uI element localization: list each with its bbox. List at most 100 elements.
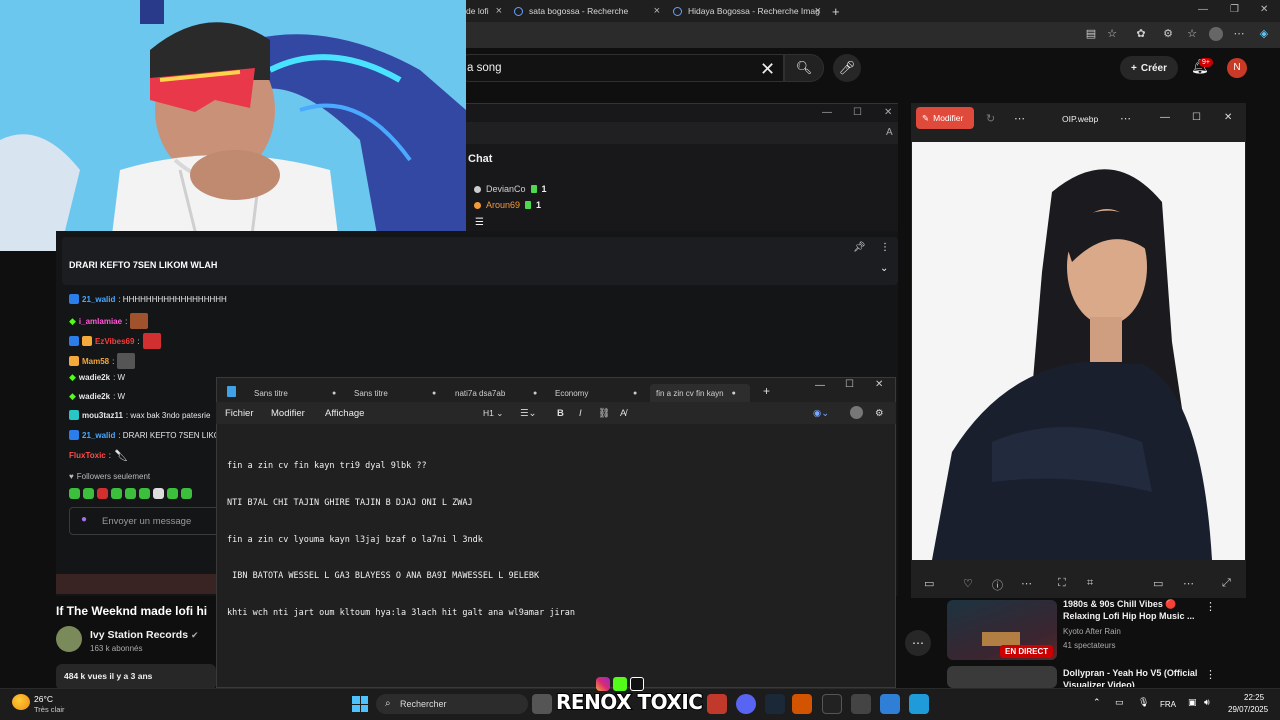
language-indicator[interactable]: FRA [1160, 700, 1176, 709]
notepad-tab[interactable]: Sans titre [354, 384, 388, 402]
more-icon[interactable]: ⋮ [1205, 668, 1216, 681]
taskbar-search[interactable]: Rechercher [376, 694, 528, 714]
emote-icon[interactable] [153, 488, 164, 499]
notepad-tab[interactable]: Sans titre [254, 384, 288, 402]
network-icon[interactable]: ▣ [1188, 697, 1197, 708]
profile-icon[interactable] [1209, 27, 1223, 41]
chat-username[interactable]: Mam58 [82, 357, 109, 366]
mic-icon[interactable]: 🎙︎ [1138, 697, 1149, 708]
close-icon[interactable]: × [654, 5, 660, 17]
extensions-icon[interactable]: ✿ [1134, 27, 1148, 41]
emote-icon[interactable] [83, 488, 94, 499]
emote-icon[interactable] [125, 488, 136, 499]
favorites-icon[interactable]: ☆ [1185, 27, 1199, 41]
close-icon[interactable]: × [496, 5, 502, 17]
chat-username[interactable]: EzVibes69 [95, 337, 134, 346]
split-icon[interactable]: ⚙ [1161, 27, 1175, 41]
chat-message-input[interactable]: Envoyer un message [69, 507, 229, 535]
minimize-icon[interactable]: — [1160, 112, 1170, 123]
chat-username[interactable]: FluxToxic [69, 451, 106, 460]
notepad-tab[interactable]: nati7a dsa7ab [455, 384, 505, 402]
chat-username[interactable]: i_amlamiae [79, 317, 122, 326]
filmstrip-icon[interactable]: ▭ [924, 577, 934, 590]
copilot-icon[interactable]: ◈ [1257, 27, 1271, 41]
video-thumbnail[interactable] [947, 666, 1057, 688]
modify-button[interactable]: ✎ Modifier [916, 107, 974, 129]
chat-username[interactable]: 21_walid [82, 431, 115, 440]
search-button[interactable]: 🔍︎ [784, 54, 824, 82]
app-icon[interactable] [822, 694, 842, 714]
info-icon[interactable]: ⓘ [992, 577, 1003, 593]
more-icon[interactable]: ⋯ [905, 630, 931, 656]
menu-affichage[interactable]: Affichage [325, 408, 364, 419]
more-icon[interactable]: ⋯ [1021, 577, 1032, 590]
emote-icon[interactable] [111, 488, 122, 499]
discord-icon[interactable] [736, 694, 756, 714]
more-icon[interactable]: ⋯ [1120, 112, 1131, 125]
account-icon[interactable] [850, 406, 863, 419]
app-icon[interactable] [880, 694, 900, 714]
netflix-icon[interactable] [707, 694, 727, 714]
new-tab-button[interactable]: + [832, 0, 840, 22]
fullscreen-icon[interactable]: ⤢ [1222, 577, 1231, 590]
scan-icon[interactable]: ⌗ [1087, 577, 1093, 590]
recommendation-channel[interactable]: Kyoto After Rain [1063, 627, 1121, 636]
mic-button[interactable]: 🎤︎ [833, 54, 861, 82]
emote-icon[interactable] [97, 488, 108, 499]
browser-tab-2[interactable]: sata bogossa - Recherche × [512, 0, 664, 22]
read-aloud-icon[interactable]: ▤ [1084, 27, 1098, 41]
translate-icon[interactable]: A [886, 127, 893, 138]
chat-username[interactable]: 21_walid [82, 295, 115, 304]
channel-avatar[interactable] [56, 626, 82, 652]
menu-fichier[interactable]: Fichier [225, 408, 254, 419]
italic-icon[interactable]: I [579, 408, 582, 419]
avatar[interactable]: N [1227, 58, 1247, 78]
browser-tab-3[interactable]: Hidaya Bogossa - Recherche Imag × [671, 0, 825, 22]
bold-icon[interactable]: B [557, 408, 564, 419]
clock-time[interactable]: 22:25 [1244, 693, 1264, 702]
clear-icon[interactable]: ✕ [760, 59, 775, 80]
maximize-icon[interactable]: ☐ [1192, 112, 1201, 123]
settings-icon[interactable] [851, 694, 871, 714]
star-icon[interactable]: ☆ [1105, 27, 1119, 41]
more-icon[interactable]: ⋮ [1205, 600, 1216, 613]
close-icon[interactable]: ✕ [1260, 4, 1268, 15]
emote-icon[interactable] [69, 488, 80, 499]
start-button[interactable] [352, 696, 368, 712]
more-icon[interactable]: ⋯ [1232, 27, 1246, 41]
recommendation-title[interactable]: 1980s & 90s Chill Vibes 🔴 Relaxing Lofi … [1063, 598, 1198, 622]
chevron-up-icon[interactable]: ⌃ [1093, 697, 1101, 708]
more-icon[interactable]: ⋮ [880, 242, 890, 253]
settings-icon[interactable]: ⚙ [875, 408, 884, 419]
browser-tab-1[interactable]: de lofi × [466, 0, 506, 22]
maximize-icon[interactable]: ☐ [845, 379, 854, 390]
steam-icon[interactable] [765, 694, 785, 714]
emote-icon[interactable] [167, 488, 178, 499]
display-icon[interactable]: ▭ [1115, 697, 1124, 708]
filter-icon[interactable]: ☰ [475, 217, 484, 228]
chat-username[interactable]: wadie2k [79, 392, 110, 401]
task-view-icon[interactable] [532, 694, 552, 714]
pin-icon[interactable]: 📌︎ [853, 242, 866, 253]
maximize-icon[interactable]: ☐ [853, 107, 862, 118]
clear-format-icon[interactable]: A̸ [620, 408, 626, 419]
volume-icon[interactable]: 🔊︎ [1204, 697, 1210, 708]
notepad-icon[interactable] [909, 694, 929, 714]
more-icon[interactable]: ⋯ [1014, 112, 1025, 125]
notepad-tab[interactable]: Economy [555, 384, 588, 402]
app-icon[interactable] [792, 694, 812, 714]
crop-icon[interactable]: ⛶ [1058, 577, 1066, 590]
notepad-text-area[interactable]: fin a zin cv fin kayn tri9 dyal 9lbk ?? … [227, 436, 575, 631]
emote-icon[interactable] [181, 488, 192, 499]
clock-date[interactable]: 29/07/2025 [1228, 705, 1268, 714]
emote-icon[interactable] [139, 488, 150, 499]
channel-name[interactable]: Ivy Station Records ✔ [90, 629, 199, 641]
heart-icon[interactable]: ♡ [963, 577, 973, 590]
chevron-down-icon[interactable]: ⌄ [880, 263, 888, 274]
mic-icon[interactable]: ● [81, 514, 87, 525]
minimize-icon[interactable]: — [815, 380, 825, 391]
list-icon[interactable]: ☰⌄ [520, 408, 536, 419]
copilot-icon[interactable]: ◉⌄ [813, 408, 829, 419]
chat-username[interactable]: mou3taz11 [82, 411, 123, 420]
create-button[interactable]: + Créer [1120, 56, 1178, 80]
